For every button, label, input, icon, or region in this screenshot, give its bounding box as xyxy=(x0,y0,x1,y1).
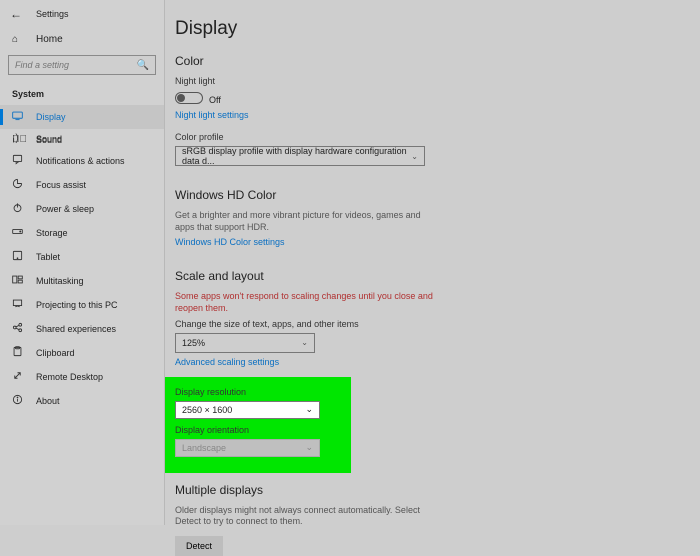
sound-icon: ¡) xyxy=(12,133,24,144)
sidebar-item-remote[interactable]: Remote Desktop xyxy=(0,365,164,389)
sidebar-item-shared[interactable]: Shared experiences xyxy=(0,317,164,341)
search-field[interactable] xyxy=(15,60,137,70)
scale-warning: Some apps won't respond to scaling chang… xyxy=(175,291,435,314)
chevron-down-icon: ⌄ xyxy=(411,152,418,161)
nav-label: Focus assist xyxy=(36,180,86,190)
detect-button[interactable]: Detect xyxy=(175,536,223,556)
sidebar: ← Settings ⌂ Home 🔍 System Display 𝘽 So… xyxy=(0,0,165,525)
sidebar-item-about[interactable]: About xyxy=(0,389,164,413)
sidebar-item-focus[interactable]: Focus assist xyxy=(0,173,164,197)
nav-label: Power & sleep xyxy=(36,204,94,214)
sidebar-item-power[interactable]: Power & sleep xyxy=(0,197,164,221)
storage-icon xyxy=(12,226,24,240)
chevron-down-icon: ⌄ xyxy=(305,404,313,415)
resolution-select[interactable]: 2560 × 1600 ⌄ xyxy=(175,401,320,419)
multitasking-icon xyxy=(12,274,24,288)
search-icon: 🔍 xyxy=(137,60,149,71)
scale-select[interactable]: 125% ⌄ xyxy=(175,333,315,353)
back-button[interactable]: ← xyxy=(10,7,22,21)
sidebar-item-notifications[interactable]: Notifications & actions xyxy=(0,149,164,173)
advanced-scaling-link[interactable]: Advanced scaling settings xyxy=(175,357,279,367)
content-area: Display Color Night light Off Night ligh… xyxy=(175,0,700,556)
night-light-label: Night light xyxy=(175,76,660,86)
scale-heading: Scale and layout xyxy=(175,269,660,283)
hdcolor-heading: Windows HD Color xyxy=(175,188,660,202)
hdcolor-link[interactable]: Windows HD Color settings xyxy=(175,237,285,247)
sidebar-item-display[interactable]: Display xyxy=(0,105,164,129)
nav-label: Storage xyxy=(36,228,68,238)
sidebar-item-projecting[interactable]: Projecting to this PC xyxy=(0,293,164,317)
color-profile-label: Color profile xyxy=(175,132,660,142)
chevron-down-icon: ⌄ xyxy=(305,442,313,453)
nav-label: Display xyxy=(36,112,66,122)
nav-label: Remote Desktop xyxy=(36,372,103,382)
multi-heading: Multiple displays xyxy=(175,483,660,497)
sidebar-item-clipboard[interactable]: Clipboard xyxy=(0,341,164,365)
resolution-label: Display resolution xyxy=(175,387,341,397)
nav-label: Shared experiences xyxy=(36,324,116,334)
nav-label: Multitasking xyxy=(36,276,84,286)
sidebar-item-multitasking[interactable]: Multitasking xyxy=(0,269,164,293)
night-light-settings-link[interactable]: Night light settings xyxy=(175,110,249,120)
about-icon xyxy=(12,394,24,408)
sidebar-item-tablet[interactable]: Tablet xyxy=(0,245,164,269)
remote-icon xyxy=(12,370,24,384)
scale-value: 125% xyxy=(182,338,205,348)
clipboard-icon xyxy=(12,346,24,360)
nav-label: Tablet xyxy=(36,252,60,262)
window-title: Settings xyxy=(36,9,69,19)
power-icon xyxy=(12,202,24,216)
resolution-value: 2560 × 1600 xyxy=(182,405,232,415)
section-heading: System xyxy=(0,85,164,105)
highlight-annotation: Display resolution 2560 × 1600 ⌄ Display… xyxy=(165,377,351,473)
sidebar-item-sound[interactable]: ¡) Sound xyxy=(0,128,164,149)
nav-label: Clipboard xyxy=(36,348,75,358)
orientation-label: Display orientation xyxy=(175,425,341,435)
orientation-select: Landscape ⌄ xyxy=(175,439,320,457)
nav-label: About xyxy=(36,396,60,406)
color-heading: Color xyxy=(175,54,660,68)
tablet-icon xyxy=(12,250,24,264)
nav-label: Projecting to this PC xyxy=(36,300,118,310)
home-nav[interactable]: ⌂ Home xyxy=(0,28,164,51)
shared-icon xyxy=(12,322,24,336)
chevron-down-icon: ⌄ xyxy=(301,338,308,347)
color-profile-select[interactable]: sRGB display profile with display hardwa… xyxy=(175,146,425,166)
color-profile-value: sRGB display profile with display hardwa… xyxy=(182,146,411,166)
search-input[interactable]: 🔍 xyxy=(8,55,156,75)
home-icon: ⌂ xyxy=(12,34,24,45)
page-title: Display xyxy=(175,18,660,40)
nav-label: Sound xyxy=(36,134,62,144)
scale-change-label: Change the size of text, apps, and other… xyxy=(175,319,660,329)
hdcolor-desc: Get a brighter and more vibrant picture … xyxy=(175,210,435,233)
sidebar-item-storage[interactable]: Storage xyxy=(0,221,164,245)
projecting-icon xyxy=(12,298,24,312)
home-label: Home xyxy=(36,34,63,45)
night-light-state: Off xyxy=(209,95,221,105)
display-icon xyxy=(12,110,24,124)
notifications-icon xyxy=(12,154,24,168)
orientation-value: Landscape xyxy=(182,443,226,453)
night-light-toggle[interactable] xyxy=(175,92,203,104)
focus-icon xyxy=(12,178,24,192)
nav-label: Notifications & actions xyxy=(36,156,125,166)
